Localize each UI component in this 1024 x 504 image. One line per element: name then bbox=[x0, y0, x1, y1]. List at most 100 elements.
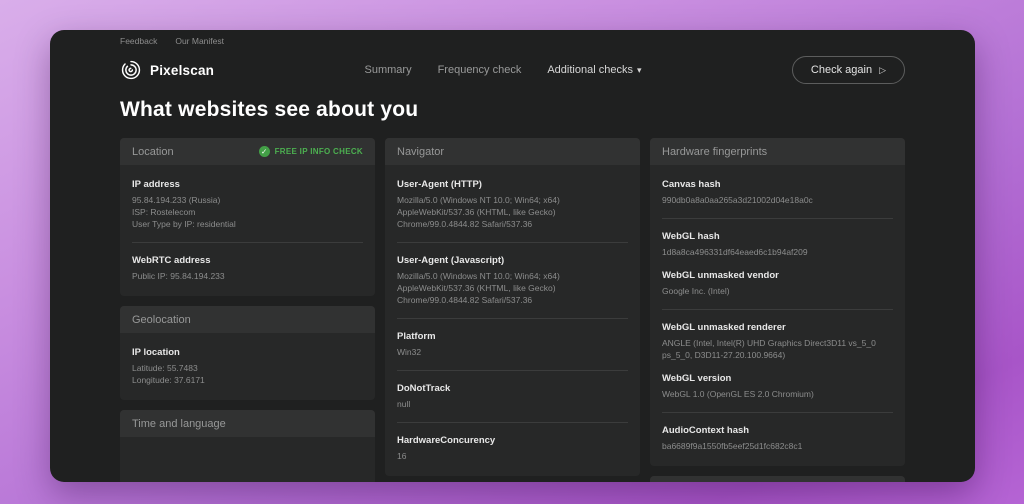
geolocation-card: Geolocation IP location Latitude: 55.748… bbox=[120, 306, 375, 400]
nav-summary[interactable]: Summary bbox=[365, 64, 412, 76]
field-label: WebGL version bbox=[662, 373, 893, 384]
field-value: AppleWebKit/537.36 (KHTML, like Gecko) bbox=[397, 206, 628, 218]
field-label: WebGL unmasked renderer bbox=[662, 322, 893, 333]
column-middle: Navigator User-Agent (HTTP) Mozilla/5.0 … bbox=[385, 138, 640, 476]
navigator-card-body: User-Agent (HTTP) Mozilla/5.0 (Windows N… bbox=[385, 165, 640, 476]
field-group-ip-address: IP address 95.84.194.233 (Russia) ISP: R… bbox=[132, 179, 363, 230]
check-again-label: Check again bbox=[811, 64, 872, 76]
divider bbox=[397, 242, 628, 243]
column-right: Hardware fingerprints Canvas hash 990db0… bbox=[650, 138, 905, 482]
field-value: Latitude: 55.7483 bbox=[132, 362, 363, 374]
field-group-webrtc: WebRTC address Public IP: 95.84.194.233 bbox=[132, 255, 363, 282]
field-group-webgl-version: WebGL version WebGL 1.0 (OpenGL ES 2.0 C… bbox=[662, 373, 893, 400]
hardware-card-header: Hardware fingerprints bbox=[650, 138, 905, 165]
field-group-canvas-hash: Canvas hash 990db0a8a0aa265a3d21002d04e1… bbox=[662, 179, 893, 206]
brand-name: Pixelscan bbox=[150, 63, 214, 78]
field-value: ANGLE (Intel, Intel(R) UHD Graphics Dire… bbox=[662, 337, 893, 361]
field-value: 990db0a8a0aa265a3d21002d04e18a0c bbox=[662, 194, 893, 206]
fonts-card-header: Fonts bbox=[650, 476, 905, 482]
field-value: Mozilla/5.0 (Windows NT 10.0; Win64; x64… bbox=[397, 194, 628, 206]
field-label: AudioContext hash bbox=[662, 425, 893, 436]
feedback-link[interactable]: Feedback bbox=[120, 36, 157, 46]
field-label: HardwareConcurency bbox=[397, 435, 628, 446]
field-label: WebGL hash bbox=[662, 231, 893, 242]
site-header: Pixelscan Summary Frequency check Additi… bbox=[50, 56, 975, 84]
free-ip-check-badge: ✓ FREE IP INFO CHECK bbox=[259, 146, 363, 157]
field-value: null bbox=[397, 398, 628, 410]
field-label: Canvas hash bbox=[662, 179, 893, 190]
hardware-card-body: Canvas hash 990db0a8a0aa265a3d21002d04e1… bbox=[650, 165, 905, 466]
geolocation-card-header: Geolocation bbox=[120, 306, 375, 333]
field-value: Win32 bbox=[397, 346, 628, 358]
field-label: User-Agent (HTTP) bbox=[397, 179, 628, 190]
divider bbox=[397, 422, 628, 423]
results-grid: Location ✓ FREE IP INFO CHECK IP address… bbox=[50, 138, 975, 482]
nav-additional-checks-label: Additional checks bbox=[547, 64, 633, 76]
navigator-card-title: Navigator bbox=[397, 146, 444, 158]
nav-frequency-check[interactable]: Frequency check bbox=[438, 64, 522, 76]
field-value: Chrome/99.0.4844.82 Safari/537.36 bbox=[397, 218, 628, 230]
field-group-hardware-concurrency: HardwareConcurency 16 bbox=[397, 435, 628, 462]
play-icon: ▷ bbox=[879, 65, 886, 76]
field-label: WebRTC address bbox=[132, 255, 363, 266]
field-group-platform: Platform Win32 bbox=[397, 331, 628, 358]
field-group-webgl-renderer: WebGL unmasked renderer ANGLE (Intel, In… bbox=[662, 322, 893, 361]
column-left: Location ✓ FREE IP INFO CHECK IP address… bbox=[120, 138, 375, 482]
fonts-card: Fonts bbox=[650, 476, 905, 482]
field-label: Platform bbox=[397, 331, 628, 342]
geolocation-card-title: Geolocation bbox=[132, 314, 191, 326]
chevron-down-icon: ▾ bbox=[637, 65, 642, 75]
field-group-webgl-vendor: WebGL unmasked vendor Google Inc. (Intel… bbox=[662, 270, 893, 297]
brand-logo[interactable]: Pixelscan bbox=[120, 59, 214, 81]
field-value: 1d8a8ca496331df64eaed6c1b94af209 bbox=[662, 246, 893, 258]
free-ip-check-label: FREE IP INFO CHECK bbox=[275, 147, 363, 156]
field-label: IP address bbox=[132, 179, 363, 190]
divider bbox=[397, 318, 628, 319]
field-label: IP location bbox=[132, 347, 363, 358]
field-label: WebGL unmasked vendor bbox=[662, 270, 893, 281]
field-value: WebGL 1.0 (OpenGL ES 2.0 Chromium) bbox=[662, 388, 893, 400]
time-language-card-body bbox=[120, 437, 375, 482]
check-again-button[interactable]: Check again ▷ bbox=[792, 56, 905, 84]
field-group-ua-http: User-Agent (HTTP) Mozilla/5.0 (Windows N… bbox=[397, 179, 628, 230]
divider bbox=[662, 309, 893, 310]
main-nav: Summary Frequency check Additional check… bbox=[365, 64, 642, 76]
divider bbox=[132, 242, 363, 243]
field-label: DoNotTrack bbox=[397, 383, 628, 394]
hardware-card-title: Hardware fingerprints bbox=[662, 146, 767, 158]
field-value: Chrome/99.0.4844.82 Safari/537.36 bbox=[397, 294, 628, 306]
check-icon: ✓ bbox=[259, 146, 270, 157]
field-value: Longitude: 37.6171 bbox=[132, 374, 363, 386]
field-value: Google Inc. (Intel) bbox=[662, 285, 893, 297]
field-value: ISP: Rostelecom bbox=[132, 206, 363, 218]
field-group-webgl-hash: WebGL hash 1d8a8ca496331df64eaed6c1b94af… bbox=[662, 231, 893, 258]
geolocation-card-body: IP location Latitude: 55.7483 Longitude:… bbox=[120, 333, 375, 400]
our-manifest-link[interactable]: Our Manifest bbox=[175, 36, 224, 46]
pixelscan-logo-icon bbox=[120, 59, 142, 81]
navigator-card-header: Navigator bbox=[385, 138, 640, 165]
pixelscan-window: Feedback Our Manifest Pixelscan Summary … bbox=[50, 30, 975, 482]
time-language-card-title: Time and language bbox=[132, 418, 226, 430]
field-value: AppleWebKit/537.36 (KHTML, like Gecko) bbox=[397, 282, 628, 294]
time-language-card-header: Time and language bbox=[120, 410, 375, 437]
location-card-body: IP address 95.84.194.233 (Russia) ISP: R… bbox=[120, 165, 375, 296]
field-value: User Type by IP: residential bbox=[132, 218, 363, 230]
field-value: Public IP: 95.84.194.233 bbox=[132, 270, 363, 282]
field-group-audiocontext-hash: AudioContext hash ba6689f9a1550fb5eef25d… bbox=[662, 425, 893, 452]
divider bbox=[662, 412, 893, 413]
divider bbox=[662, 218, 893, 219]
top-links-bar: Feedback Our Manifest bbox=[50, 30, 975, 46]
field-label: User-Agent (Javascript) bbox=[397, 255, 628, 266]
field-group-ua-js: User-Agent (Javascript) Mozilla/5.0 (Win… bbox=[397, 255, 628, 306]
field-value: 95.84.194.233 (Russia) bbox=[132, 194, 363, 206]
field-group-donottrack: DoNotTrack null bbox=[397, 383, 628, 410]
field-value: ba6689f9a1550fb5eef25d1fc682c8c1 bbox=[662, 440, 893, 452]
location-card-header: Location ✓ FREE IP INFO CHECK bbox=[120, 138, 375, 165]
time-language-card: Time and language bbox=[120, 410, 375, 482]
field-group-ip-location: IP location Latitude: 55.7483 Longitude:… bbox=[132, 347, 363, 386]
page-title: What websites see about you bbox=[120, 98, 905, 122]
location-card-title: Location bbox=[132, 146, 174, 158]
divider bbox=[397, 370, 628, 371]
field-value: 16 bbox=[397, 450, 628, 462]
nav-additional-checks[interactable]: Additional checks ▾ bbox=[547, 64, 641, 76]
